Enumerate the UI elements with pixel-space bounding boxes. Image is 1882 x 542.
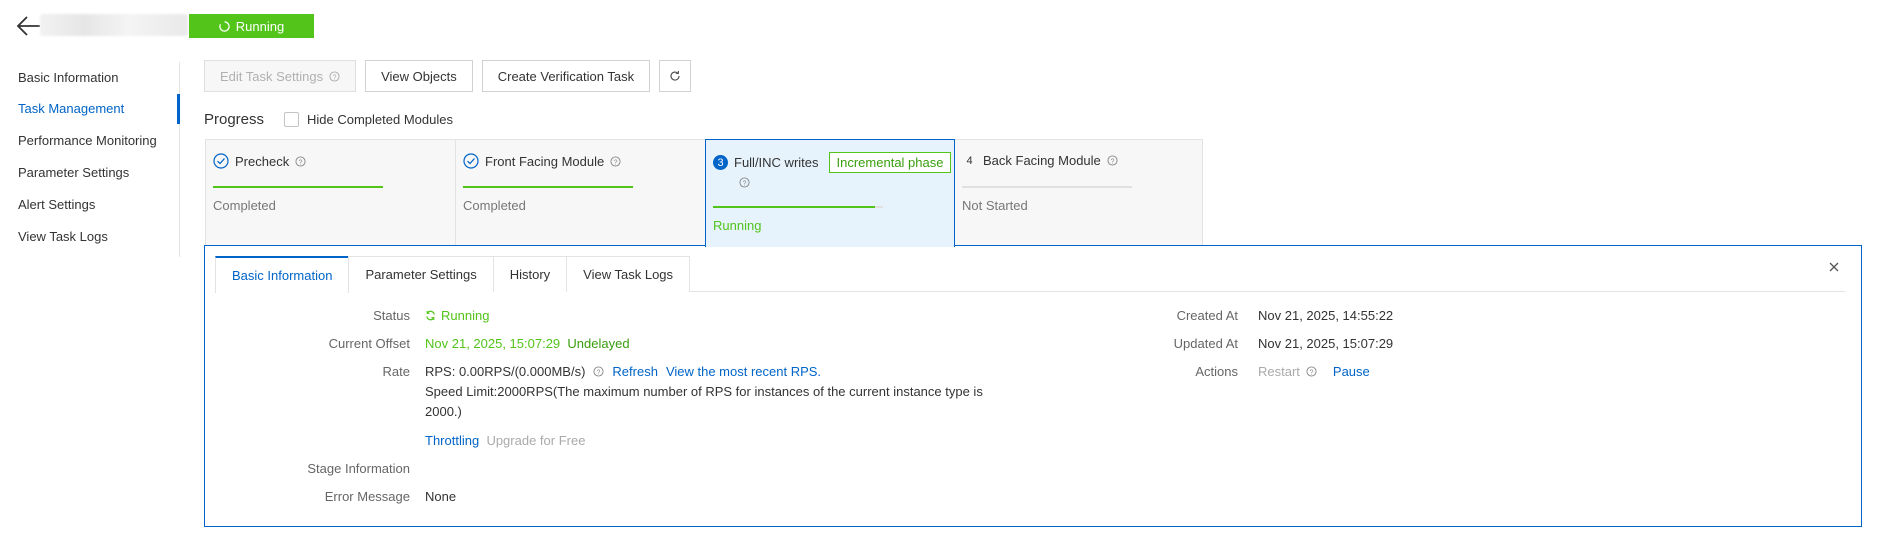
detail-tabs: Basic Information Parameter Settings His… <box>215 256 1845 293</box>
tab-history[interactable]: History <box>492 256 568 292</box>
step-status: Not Started <box>962 198 1028 213</box>
progress-steps: Precheck ? Completed Front Facing Module… <box>205 139 1203 247</box>
sidebar-nav: Basic Information Task Management Perfor… <box>0 62 180 257</box>
tab-basic-information[interactable]: Basic Information <box>215 256 350 293</box>
help-icon[interactable]: ? <box>1306 366 1317 377</box>
svg-text:?: ? <box>1110 158 1114 165</box>
tab-view-task-logs[interactable]: View Task Logs <box>566 256 691 292</box>
sidebar-item-task-management[interactable]: Task Management <box>18 97 124 121</box>
status-text: Running <box>441 308 490 323</box>
error-message-label: Error Message <box>324 489 410 504</box>
current-offset-value: Nov 21, 2025, 15:07:29 Undelayed <box>425 336 630 351</box>
step-status: Completed <box>463 198 526 213</box>
svg-text:?: ? <box>614 159 618 166</box>
rate-value: RPS: 0.00RPS/(0.000MB/s) ? Refresh View … <box>425 364 821 379</box>
actions-value: Restart ? Pause <box>1258 364 1370 379</box>
step-status: Completed <box>213 198 276 213</box>
hide-completed-label: Hide Completed Modules <box>307 112 453 127</box>
step-progress-bar <box>713 206 883 208</box>
current-offset-label: Current Offset <box>328 336 410 351</box>
sidebar-item-performance-monitoring[interactable]: Performance Monitoring <box>18 129 157 153</box>
throttling-link[interactable]: Throttling <box>425 433 479 448</box>
running-spinner-icon <box>219 20 230 32</box>
step-precheck[interactable]: Precheck ? Completed <box>205 139 456 246</box>
throttling-row: Throttling Upgrade for Free <box>425 433 585 448</box>
step-back-facing-module[interactable]: 4 Back Facing Module ? Not Started <box>954 139 1203 246</box>
created-at-value: Nov 21, 2025, 14:55:22 <box>1258 308 1394 323</box>
back-arrow-icon[interactable] <box>16 14 42 38</box>
sync-icon <box>426 310 435 321</box>
rate-rps: RPS: 0.00RPS/(0.000MB/s) <box>425 364 586 379</box>
help-icon[interactable]: ? <box>1107 155 1118 166</box>
sidebar-active-indicator <box>177 94 180 124</box>
svg-text:?: ? <box>597 369 601 376</box>
step-full-inc-writes[interactable]: 3 Full/INC writes Incremental phase ? Ru… <box>705 139 955 247</box>
svg-text:?: ? <box>333 74 337 81</box>
step-detail-panel: Basic Information Parameter Settings His… <box>204 245 1862 527</box>
incremental-phase-tag: Incremental phase <box>828 152 952 173</box>
help-icon[interactable]: ? <box>739 177 750 188</box>
task-toolbar: Edit Task Settings ? View Objects Create… <box>204 60 692 92</box>
step-title: Front Facing Module <box>485 153 605 169</box>
step-number-badge: 3 <box>713 155 728 170</box>
stage-information-label: Stage Information <box>307 461 410 476</box>
created-at-label: Created At <box>1176 308 1238 323</box>
updated-at-value: Nov 21, 2025, 15:07:29 <box>1258 336 1394 351</box>
speed-limit-line-2: 2000.) <box>425 404 462 419</box>
sidebar-item-alert-settings[interactable]: Alert Settings <box>18 193 95 217</box>
task-name-redacted <box>40 14 188 36</box>
step-progress-bar <box>962 186 1132 188</box>
check-circle-icon <box>463 153 479 169</box>
create-verification-task-button[interactable]: Create Verification Task <box>481 60 651 92</box>
step-title: Back Facing Module <box>983 153 1101 168</box>
refresh-button[interactable] <box>659 60 692 92</box>
error-message-value: None <box>425 489 457 504</box>
refresh-icon <box>670 70 680 81</box>
sidebar-item-view-task-logs[interactable]: View Task Logs <box>18 225 108 249</box>
edit-task-settings-button[interactable]: Edit Task Settings ? <box>204 60 357 92</box>
help-icon[interactable]: ? <box>593 366 604 377</box>
tab-parameter-settings[interactable]: Parameter Settings <box>348 256 494 292</box>
check-circle-icon <box>213 153 229 169</box>
help-icon[interactable]: ? <box>610 155 621 167</box>
svg-text:?: ? <box>299 159 303 166</box>
step-status: Running <box>713 218 762 233</box>
svg-text:?: ? <box>743 180 747 187</box>
step-number-badge: 4 <box>966 154 973 167</box>
status-label: Status <box>373 308 410 323</box>
task-status-text: Running <box>235 18 285 34</box>
step-title: Precheck <box>235 153 290 169</box>
rate-refresh-link[interactable]: Refresh <box>612 364 658 379</box>
upgrade-for-free-link[interactable]: Upgrade for Free <box>486 433 585 448</box>
edit-task-settings-label: Edit Task Settings <box>220 68 324 84</box>
step-title: Full/INC writes <box>734 155 819 170</box>
pause-action[interactable]: Pause <box>1333 364 1370 379</box>
step-progress-bar <box>463 186 633 188</box>
top-bar: Running <box>0 0 1882 50</box>
step-front-facing-module[interactable]: Front Facing Module ? Completed <box>455 139 706 246</box>
checkbox-box[interactable] <box>284 112 299 127</box>
offset-delay: Undelayed <box>567 336 630 351</box>
actions-label: Actions <box>1195 364 1238 379</box>
view-objects-button[interactable]: View Objects <box>365 60 473 92</box>
progress-title: Progress <box>204 111 265 128</box>
speed-limit-line-1: Speed Limit:2000RPS(The maximum number o… <box>425 384 983 399</box>
status-value: Running <box>425 308 489 323</box>
view-recent-rps-link[interactable]: View the most recent RPS. <box>666 364 821 379</box>
offset-time: Nov 21, 2025, 15:07:29 <box>425 336 561 351</box>
sidebar-item-basic-information[interactable]: Basic Information <box>18 66 118 90</box>
help-icon[interactable]: ? <box>329 70 340 82</box>
svg-text:?: ? <box>1309 369 1313 376</box>
rate-label: Rate <box>382 364 410 379</box>
sidebar-item-parameter-settings[interactable]: Parameter Settings <box>18 161 129 185</box>
updated-at-label: Updated At <box>1173 336 1238 351</box>
hide-completed-checkbox[interactable]: Hide Completed Modules <box>284 112 453 127</box>
restart-action[interactable]: Restart <box>1258 364 1300 379</box>
step-progress-bar <box>213 186 383 188</box>
task-status-badge: Running <box>189 14 314 38</box>
help-icon[interactable]: ? <box>295 155 306 167</box>
